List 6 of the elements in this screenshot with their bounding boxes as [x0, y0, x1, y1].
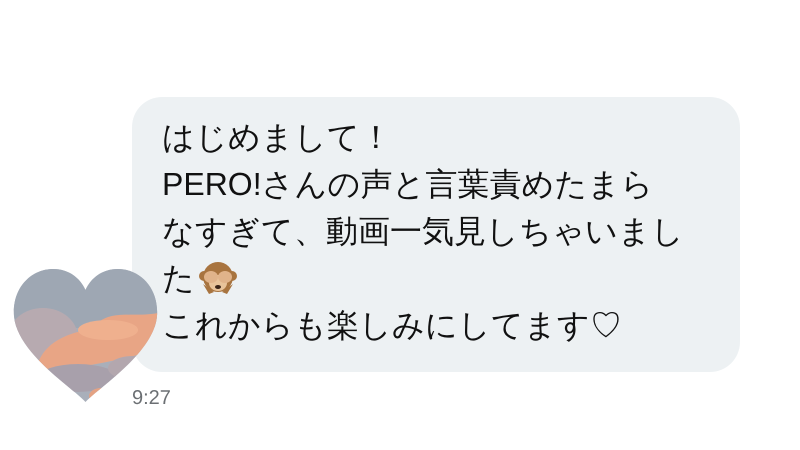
message-text: はじめまして！ [162, 118, 392, 156]
message-text: なすぎて、動画一気見しちゃいまし [162, 212, 684, 250]
timestamp: 9:27 [132, 386, 171, 410]
message-text: た [162, 258, 195, 298]
message-text: これからも楽しみにしてます♡ [162, 306, 622, 344]
message-text: PERO!さんの声と言葉責めたまら [162, 164, 654, 204]
